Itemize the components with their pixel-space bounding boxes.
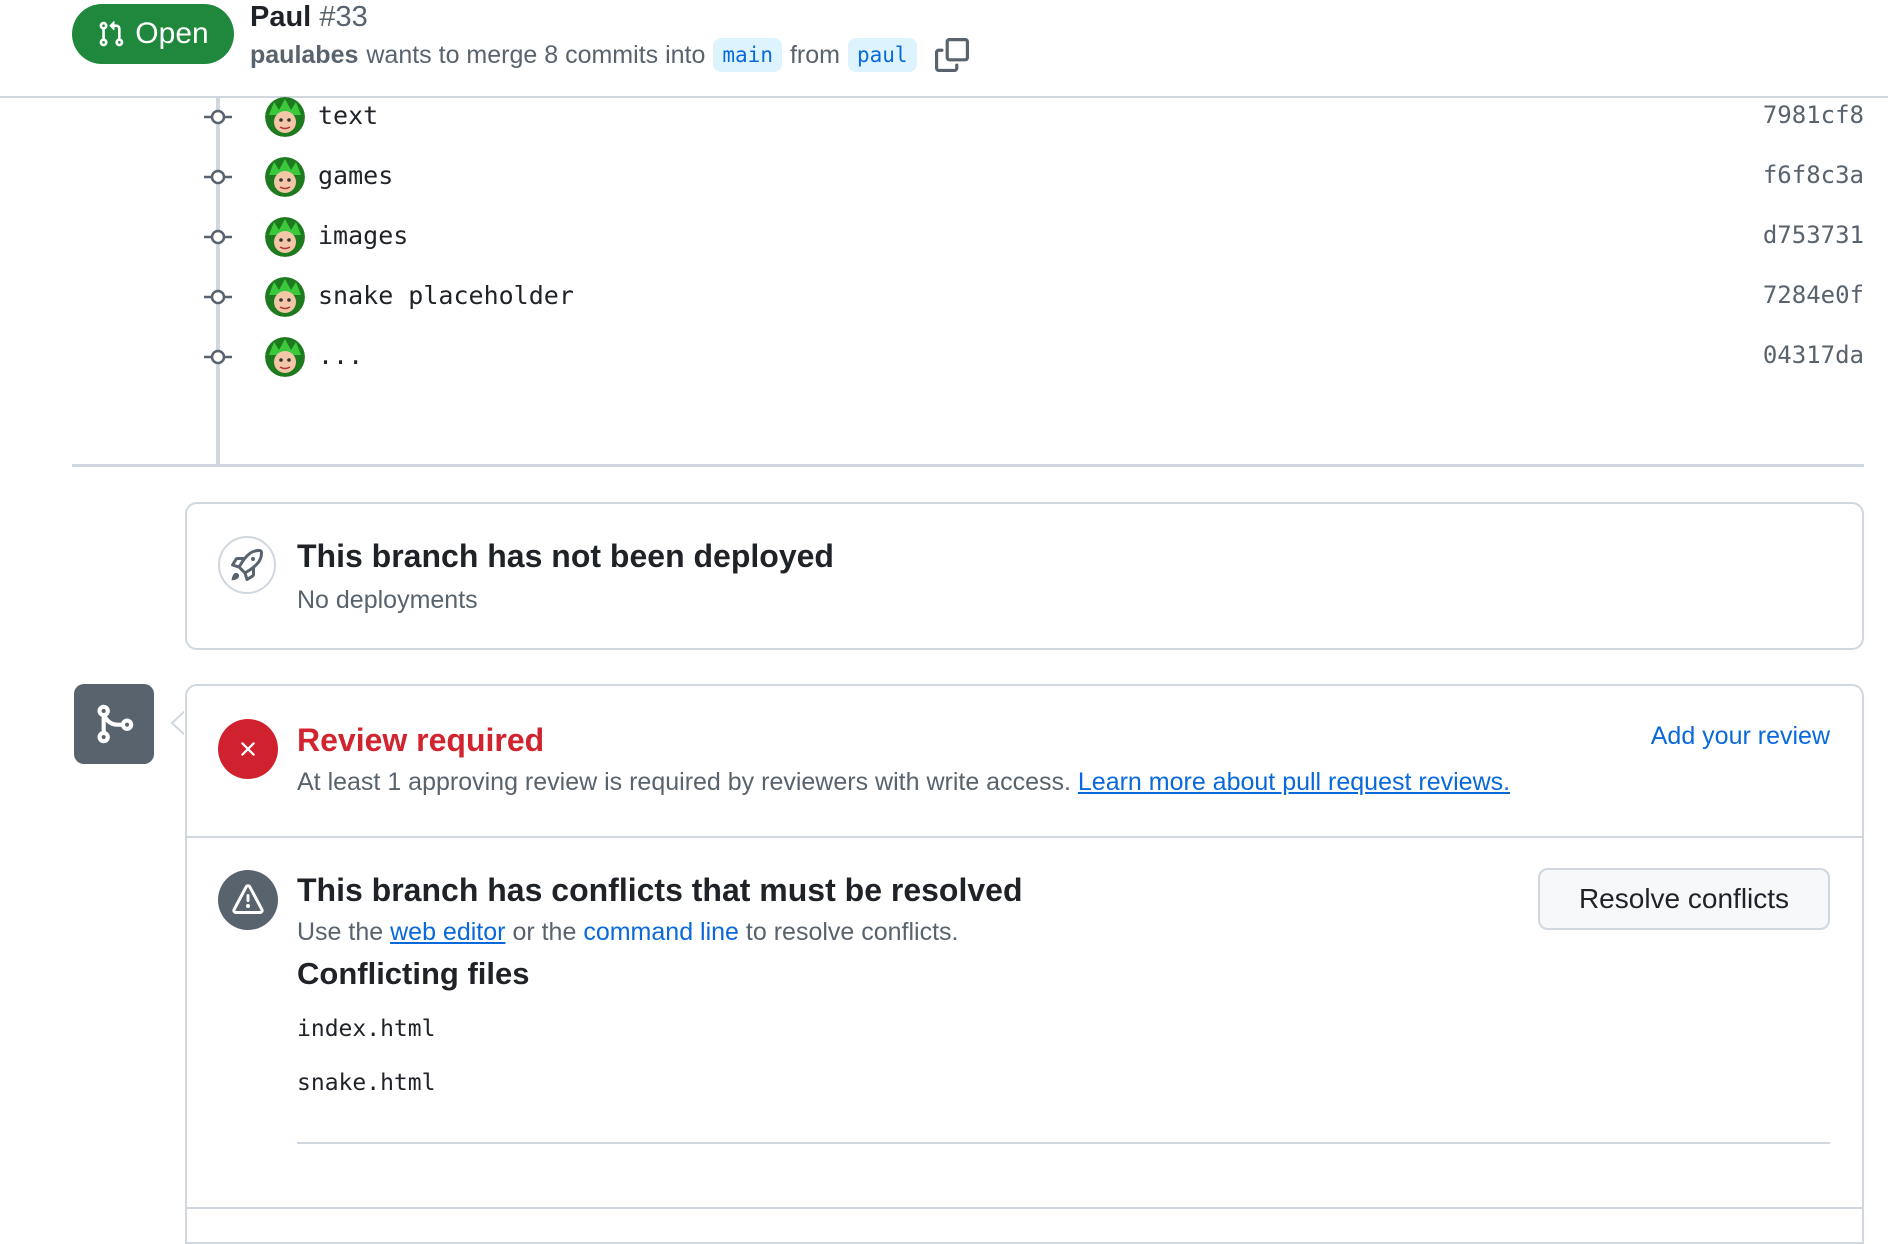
commits-divider: [72, 464, 1864, 467]
commit-row: games f6f8c3a: [72, 157, 1864, 197]
conflicts-desc-2: or the: [512, 918, 577, 946]
git-commit-icon: [204, 289, 232, 305]
pr-title: Paul #33: [250, 0, 368, 34]
merge-text-2: from: [789, 41, 840, 69]
learn-more-link[interactable]: Learn more about pull request reviews.: [1078, 768, 1510, 796]
git-commit-icon: [204, 169, 232, 185]
web-editor-link[interactable]: web editor: [390, 918, 505, 946]
head-branch-label[interactable]: paul: [847, 38, 917, 72]
author-avatar[interactable]: [265, 337, 305, 377]
x-circle-icon: [218, 719, 278, 779]
alert-icon: [218, 870, 278, 930]
commit-sha[interactable]: f6f8c3a: [1763, 161, 1864, 189]
copy-icon[interactable]: [934, 38, 969, 72]
deployment-subtitle: No deployments: [297, 586, 478, 614]
commit-sha[interactable]: 7981cf8: [1763, 101, 1864, 129]
pr-title-text: Paul: [250, 1, 312, 33]
pr-state-badge: Open: [72, 4, 234, 64]
conflicting-files-heading: Conflicting files: [297, 956, 530, 991]
review-description-text: At least 1 approving review is required …: [297, 768, 1071, 796]
pr-merge-summary: paulabes wants to merge 8 commits into m…: [250, 38, 969, 72]
conflicts-desc-1: Use the: [297, 918, 384, 946]
review-description: At least 1 approving review is required …: [297, 768, 1510, 797]
command-line-link[interactable]: command line: [583, 918, 739, 946]
pr-author-link[interactable]: paulabes: [250, 38, 358, 72]
author-avatar[interactable]: [265, 157, 305, 197]
commit-message[interactable]: ...: [318, 341, 363, 370]
git-pull-request-icon: [99, 21, 124, 47]
commit-sha[interactable]: 04317da: [1763, 341, 1864, 369]
merge-text-1: wants to merge 8 commits into: [366, 41, 706, 69]
commit-message[interactable]: games: [318, 161, 393, 190]
conflicts-section: This branch has conflicts that must be r…: [187, 836, 1862, 1216]
commit-message[interactable]: text: [318, 101, 378, 130]
author-avatar[interactable]: [265, 97, 305, 137]
deployment-box: This branch has not been deployed No dep…: [185, 502, 1864, 650]
git-commit-icon: [204, 229, 232, 245]
deployment-title: This branch has not been deployed: [297, 538, 834, 574]
conflicting-file: snake.html: [297, 1070, 436, 1096]
commit-message[interactable]: images: [318, 221, 408, 250]
commits-list: text 7981cf8 games f6f8c3a images d75373…: [72, 97, 1864, 467]
conflicts-title: This branch has conflicts that must be r…: [297, 872, 1023, 908]
commit-row: snake placeholder 7284e0f: [72, 277, 1864, 317]
commit-sha[interactable]: 7284e0f: [1763, 281, 1864, 309]
git-merge-icon: [74, 684, 154, 764]
merge-box: Review required At least 1 approving rev…: [185, 684, 1864, 1244]
base-branch-label[interactable]: main: [713, 38, 782, 72]
commit-message[interactable]: snake placeholder: [318, 281, 574, 310]
merge-box-section-divider: [185, 1207, 1864, 1209]
merge-box-pointer: [170, 711, 184, 735]
review-section: Review required At least 1 approving rev…: [187, 686, 1862, 838]
author-avatar[interactable]: [265, 277, 305, 317]
commit-row: images d753731: [72, 217, 1864, 257]
git-commit-icon: [204, 349, 232, 365]
conflicts-description: Use the web editor or the command line t…: [297, 918, 959, 947]
rocket-icon: [218, 536, 276, 594]
author-avatar[interactable]: [265, 217, 305, 257]
git-commit-icon: [204, 109, 232, 125]
files-divider: [297, 1142, 1830, 1144]
commit-sha[interactable]: d753731: [1763, 221, 1864, 249]
pr-number: #33: [319, 1, 368, 33]
commit-row: text 7981cf8: [72, 97, 1864, 137]
resolve-conflicts-button[interactable]: Resolve conflicts: [1538, 868, 1830, 930]
add-review-link[interactable]: Add your review: [1651, 722, 1830, 751]
pr-sticky-header: Open Paul #33 paulabes wants to merge 8 …: [0, 0, 1888, 98]
conflicts-desc-3: to resolve conflicts.: [745, 918, 959, 946]
review-required-title: Review required: [297, 722, 545, 758]
conflicting-file: index.html: [297, 1016, 436, 1042]
commit-row: ... 04317da: [72, 337, 1864, 377]
pr-state-label: Open: [135, 17, 209, 50]
